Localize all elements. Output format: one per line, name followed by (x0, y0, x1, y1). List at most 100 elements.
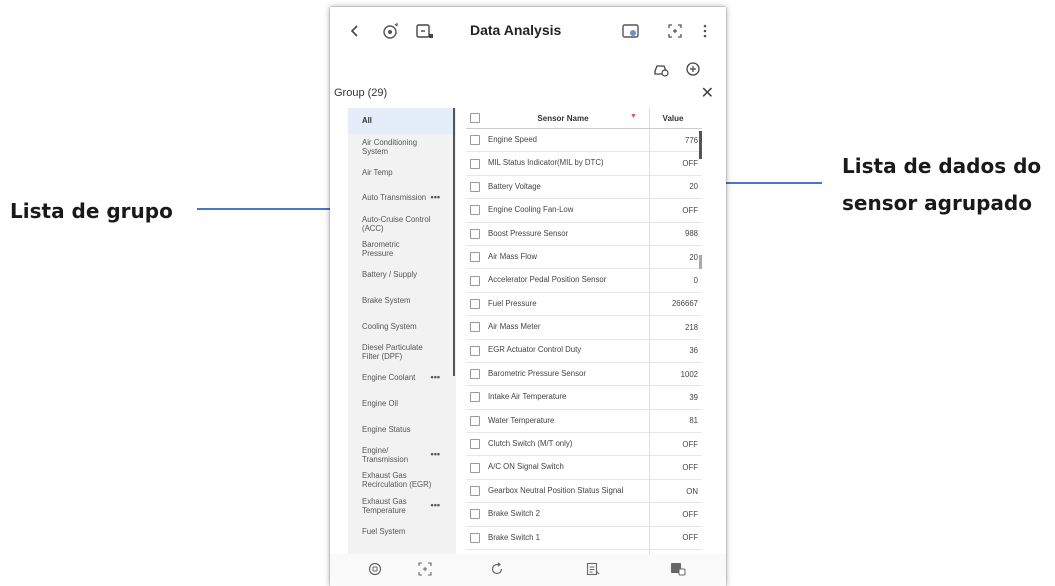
more-horizontal-icon[interactable]: ••• (431, 449, 440, 459)
row-checkbox[interactable] (470, 345, 480, 356)
group-list-item-label: Auto-Cruise Control (ACC) (362, 214, 431, 233)
home-icon[interactable] (368, 562, 382, 579)
row-checkbox[interactable] (470, 322, 480, 333)
table-row[interactable]: EGR Actuator Control Duty 36 (466, 340, 702, 363)
row-checkbox[interactable] (470, 509, 480, 520)
row-checkbox[interactable] (470, 532, 480, 543)
row-checkbox[interactable] (470, 158, 480, 169)
row-checkbox[interactable] (470, 486, 480, 497)
row-checkbox[interactable] (470, 369, 480, 380)
group-list-item[interactable]: Battery / Supply (348, 262, 456, 288)
table-row[interactable]: Clutch Switch (M/T only) OFF (466, 433, 702, 457)
group-list-item-label: Engine Status (362, 424, 411, 434)
sensor-value-cell: 988 (684, 229, 698, 239)
group-list-item-label: Barometric Pressure (362, 240, 400, 259)
table-row[interactable]: Barometric Pressure Sensor 1002 (466, 363, 702, 387)
table-row[interactable]: Air Mass Flow 20 (466, 246, 702, 270)
select-all-checkbox[interactable] (470, 113, 480, 123)
close-icon[interactable]: ✕ (701, 83, 714, 103)
sensor-name-cell: Air Mass Flow (488, 251, 537, 261)
device-screen: Data Analysis Group (29) ✕ All Air Condit… (330, 7, 726, 586)
refresh-icon[interactable] (490, 562, 504, 579)
group-list-item[interactable]: Diesel Particulate Filter (DPF) (348, 339, 456, 365)
group-list-item[interactable]: Barometric Pressure (348, 236, 456, 262)
group-list-item-label: Air Conditioning System (362, 137, 418, 156)
group-list-item[interactable]: Air Conditioning System (348, 134, 456, 160)
group-list-scrollbar[interactable] (453, 108, 455, 376)
table-row[interactable]: Fuel Pressure 266667 (466, 293, 702, 317)
back-icon[interactable] (348, 21, 362, 41)
table-scrollbar-track-mark (699, 255, 702, 269)
row-checkbox[interactable] (470, 228, 480, 239)
row-checkbox[interactable] (470, 392, 480, 403)
page-title: Data Analysis (470, 22, 562, 38)
row-checkbox[interactable] (470, 298, 480, 309)
more-horizontal-icon[interactable]: ••• (431, 501, 440, 510)
column-header-value[interactable]: Value (648, 114, 698, 123)
group-list-item[interactable]: All (348, 108, 456, 134)
column-header-sensor-name[interactable]: Sensor Name (488, 114, 638, 123)
engine-gear-icon[interactable] (380, 21, 402, 41)
table-row[interactable]: Boost Pressure Sensor 988 (466, 223, 702, 246)
more-horizontal-icon[interactable]: ••• (431, 193, 440, 202)
sensor-name-cell: Brake Switch 1 (488, 532, 541, 542)
sensor-name-cell: Brake Switch 2 (488, 509, 541, 519)
group-list-item[interactable]: Fuel System (348, 519, 456, 545)
group-list-item-label: Engine Coolant (362, 373, 416, 383)
sensor-value-cell: OFF (682, 159, 698, 169)
vehicle-info-icon[interactable] (414, 21, 436, 41)
group-list-item[interactable]: Engine Coolant ••• (348, 365, 456, 391)
table-row[interactable]: Accelerator Pedal Position Sensor 0 (466, 269, 702, 293)
row-checkbox[interactable] (470, 275, 480, 286)
group-list-item[interactable]: Cooling System (348, 314, 456, 340)
table-row[interactable]: Brake Switch 2 OFF (466, 503, 702, 527)
group-list-item-label: Engine Oil (362, 398, 398, 408)
table-row[interactable]: MIL Status Indicator(MIL by DTC) OFF (466, 152, 702, 176)
vehicle-data-icon[interactable] (670, 562, 686, 579)
table-row[interactable]: A/C ON Signal Switch OFF (466, 456, 702, 480)
group-list-item[interactable]: Engine/ Transmission ••• (348, 442, 456, 468)
table-row[interactable]: Intake Air Temperature 39 (466, 386, 702, 410)
group-list-item-label: Cooling System (362, 321, 417, 331)
table-row[interactable]: Brake Switch 1 OFF (466, 527, 702, 551)
row-checkbox[interactable] (470, 462, 480, 473)
car-record-icon[interactable] (620, 21, 642, 41)
table-row[interactable]: Engine Speed 776 (466, 129, 702, 153)
record-icon[interactable] (682, 59, 704, 79)
focus-icon[interactable] (418, 562, 432, 579)
row-checkbox[interactable] (470, 205, 480, 216)
more-vert-icon[interactable] (698, 21, 712, 41)
sensor-value-cell: 776 (684, 135, 698, 145)
table-row[interactable]: Battery Voltage 20 (466, 176, 702, 200)
car-settings-icon[interactable] (650, 59, 672, 79)
group-list-item[interactable]: Engine Status (348, 416, 456, 442)
row-checkbox[interactable] (470, 439, 480, 450)
group-list-item[interactable]: Glow Plug / Heater (348, 545, 456, 554)
sort-down-icon[interactable]: ▼ (630, 113, 637, 120)
table-row[interactable]: Engine Cooling Fan-Low OFF (466, 199, 702, 223)
table-row[interactable]: Water Temperature 81 (466, 410, 702, 434)
group-list-item[interactable]: Auto-Cruise Control (ACC) (348, 211, 456, 237)
group-list-item[interactable]: Exhaust Gas Temperature ••• (348, 493, 456, 519)
row-checkbox[interactable] (470, 415, 480, 426)
sensor-name-cell: Barometric Pressure Sensor (488, 368, 586, 378)
expand-icon[interactable] (666, 21, 684, 41)
sensor-name-cell: A/C ON Signal Switch (488, 462, 564, 472)
group-list-item[interactable]: Brake System (348, 288, 456, 314)
sensor-name-cell: EGR Actuator Control Duty (488, 345, 582, 355)
table-row[interactable]: Gearbox Neutral Position Status Signal ON (466, 480, 702, 504)
table-row[interactable]: Air Mass Meter 218 (466, 316, 702, 340)
group-list-item[interactable]: Exhaust Gas Recirculation (EGR) (348, 468, 456, 494)
row-checkbox[interactable] (470, 181, 480, 192)
group-list-item[interactable]: Air Temp (348, 159, 456, 185)
more-horizontal-icon[interactable]: ••• (431, 372, 440, 382)
sensor-table: Sensor Name ▼ Value Engine Speed 776 MIL S… (466, 108, 702, 554)
table-scrollbar[interactable] (699, 131, 702, 159)
sensor-value-cell: OFF (682, 533, 698, 543)
report-icon[interactable] (586, 562, 600, 579)
row-checkbox[interactable] (470, 252, 480, 263)
group-list-item-label: Exhaust Gas Temperature (362, 497, 407, 516)
row-checkbox[interactable] (470, 135, 480, 146)
group-list-item[interactable]: Auto Transmission ••• (348, 185, 456, 211)
group-list-item[interactable]: Engine Oil (348, 391, 456, 417)
